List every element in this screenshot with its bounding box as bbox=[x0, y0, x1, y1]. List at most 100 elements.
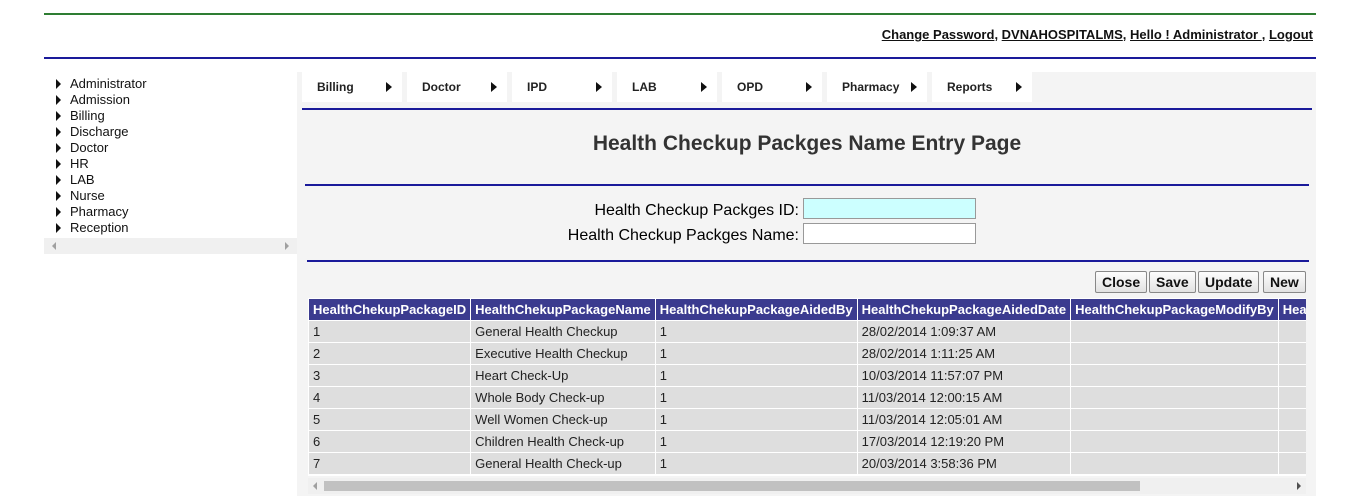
header-divider bbox=[44, 57, 1316, 59]
close-button[interactable]: Close bbox=[1095, 271, 1148, 293]
sidebar-item-label: HR bbox=[70, 156, 89, 171]
update-button[interactable]: Update bbox=[1198, 271, 1260, 293]
table-row[interactable]: 7 General Health Check-up 1 20/03/2014 3:58… bbox=[308, 452, 1306, 475]
table-cell bbox=[1070, 364, 1279, 387]
header-links: Change Password, DVNAHOSPITALMS, Hello !… bbox=[882, 27, 1313, 42]
sidebar-item-nurse[interactable]: Nurse bbox=[54, 188, 297, 204]
username-link[interactable]: DVNAHOSPITALMS bbox=[1002, 27, 1123, 42]
table-cell bbox=[1277, 386, 1306, 409]
sidebar-item-label: Reception bbox=[70, 220, 129, 235]
table-cell: 11/03/2014 12:05:01 AM bbox=[856, 408, 1072, 431]
sidebar-item-label: Billing bbox=[70, 108, 105, 123]
caret-right-icon bbox=[56, 159, 61, 169]
menu-item-label: IPD bbox=[527, 80, 548, 94]
sidebar-item-label: Discharge bbox=[70, 124, 129, 139]
sidebar-item-label: Pharmacy bbox=[70, 204, 129, 219]
column-header[interactable]: HealthChekupPackageAidedDate bbox=[856, 298, 1072, 321]
menu-item-label: LAB bbox=[632, 80, 657, 94]
top-divider bbox=[44, 13, 1316, 15]
sidebar-item-billing[interactable]: Billing bbox=[54, 108, 297, 124]
table-cell bbox=[1070, 342, 1279, 365]
table-cell: 10/03/2014 11:57:07 PM bbox=[856, 364, 1072, 387]
header-separator: , bbox=[1122, 27, 1131, 42]
column-header[interactable]: HealthChekupPackageAidedBy bbox=[654, 298, 858, 321]
sidebar-item-discharge[interactable]: Discharge bbox=[54, 124, 297, 140]
sidebar-horizontal-scrollbar[interactable] bbox=[44, 238, 297, 254]
grid-horizontal-scrollbar[interactable] bbox=[308, 478, 1306, 494]
page-title: Health Checkup Packges Name Entry Page bbox=[592, 132, 1022, 155]
scroll-left-icon[interactable] bbox=[313, 482, 317, 490]
menu-item-pharmacy[interactable]: Pharmacy bbox=[827, 72, 927, 102]
menu-item-label: Pharmacy bbox=[842, 80, 900, 94]
menu-item-label: Billing bbox=[317, 80, 354, 94]
table-row[interactable]: 2 Executive Health Checkup 1 28/02/2014 1:1… bbox=[308, 342, 1306, 365]
new-button[interactable]: New bbox=[1263, 271, 1306, 293]
table-cell: 1 bbox=[654, 452, 858, 475]
table-row[interactable]: 6 Children Health Check-up 1 17/03/2014 12:… bbox=[308, 430, 1306, 453]
menu-item-opd[interactable]: OPD bbox=[722, 72, 822, 102]
table-cell bbox=[1277, 430, 1306, 453]
caret-right-icon bbox=[56, 111, 61, 121]
sidebar-item-administrator[interactable]: Administrator bbox=[54, 76, 297, 92]
table-cell: 4 bbox=[308, 386, 472, 409]
scrollbar-thumb[interactable] bbox=[324, 481, 1140, 491]
table-row[interactable]: 3 Heart Check-Up 1 10/03/2014 11:57:07 PM bbox=[308, 364, 1306, 387]
caret-right-icon bbox=[386, 82, 392, 92]
greeting-link[interactable]: Hello ! Administrator bbox=[1130, 27, 1262, 42]
table-cell: 1 bbox=[654, 342, 858, 365]
table-cell: 11/03/2014 12:00:15 AM bbox=[856, 386, 1072, 409]
menu-item-reports[interactable]: Reports bbox=[932, 72, 1032, 102]
sidebar-menu: Administrator Admission Billing Discharg… bbox=[44, 72, 297, 236]
column-header[interactable]: HealthChekupPackageModifyBy bbox=[1070, 298, 1279, 321]
header-separator: , bbox=[1261, 27, 1269, 42]
table-cell: 17/03/2014 12:19:20 PM bbox=[856, 430, 1072, 453]
table-cell: 6 bbox=[308, 430, 472, 453]
table-cell bbox=[1277, 408, 1306, 431]
menu-item-label: Doctor bbox=[422, 80, 461, 94]
table-cell bbox=[1277, 342, 1306, 365]
scroll-right-icon[interactable] bbox=[1297, 482, 1301, 490]
save-button[interactable]: Save bbox=[1149, 271, 1196, 293]
column-header[interactable]: HealthChekupPackageName bbox=[470, 298, 656, 321]
table-cell: General Health Checkup bbox=[470, 320, 656, 343]
table-cell: 5 bbox=[308, 408, 472, 431]
menu-item-doctor[interactable]: Doctor bbox=[407, 72, 507, 102]
caret-right-icon bbox=[56, 223, 61, 233]
sidebar-item-reception[interactable]: Reception bbox=[54, 220, 297, 236]
menu-item-billing[interactable]: Billing bbox=[302, 72, 402, 102]
scroll-left-icon[interactable] bbox=[52, 242, 56, 250]
table-row[interactable]: 1 General Health Checkup 1 28/02/2014 1:09:… bbox=[308, 320, 1306, 343]
table-cell: 28/02/2014 1:09:37 AM bbox=[856, 320, 1072, 343]
logout-link[interactable]: Logout bbox=[1269, 27, 1313, 42]
caret-right-icon bbox=[56, 95, 61, 105]
table-cell: 1 bbox=[654, 364, 858, 387]
header-separator: , bbox=[994, 27, 1002, 42]
sidebar-item-label: Admission bbox=[70, 92, 130, 107]
menu-item-ipd[interactable]: IPD bbox=[512, 72, 612, 102]
table-cell: 1 bbox=[654, 430, 858, 453]
change-password-link[interactable]: Change Password bbox=[882, 27, 995, 42]
table-cell: 1 bbox=[654, 320, 858, 343]
table-cell: Executive Health Checkup bbox=[470, 342, 656, 365]
sidebar-item-lab[interactable]: LAB bbox=[54, 172, 297, 188]
menu-divider bbox=[302, 108, 1312, 110]
sidebar-item-pharmacy[interactable]: Pharmacy bbox=[54, 204, 297, 220]
table-cell: 2 bbox=[308, 342, 472, 365]
table-row[interactable]: 5 Well Women Check-up 1 11/03/2014 12:05:01… bbox=[308, 408, 1306, 431]
table-row[interactable]: 4 Whole Body Check-up 1 11/03/2014 12:00:15… bbox=[308, 386, 1306, 409]
table-cell: Well Women Check-up bbox=[470, 408, 656, 431]
column-header[interactable]: HealthChekupPackageModifyDate bbox=[1277, 298, 1306, 321]
sidebar-item-doctor[interactable]: Doctor bbox=[54, 140, 297, 156]
package-id-input[interactable] bbox=[803, 198, 976, 219]
scroll-right-icon[interactable] bbox=[285, 242, 289, 250]
sidebar-item-admission[interactable]: Admission bbox=[54, 92, 297, 108]
sidebar-item-hr[interactable]: HR bbox=[54, 156, 297, 172]
table-cell: 1 bbox=[308, 320, 472, 343]
caret-right-icon bbox=[596, 82, 602, 92]
table-cell: General Health Check-up bbox=[470, 452, 656, 475]
package-name-input[interactable] bbox=[803, 223, 976, 244]
menu-item-lab[interactable]: LAB bbox=[617, 72, 717, 102]
column-header[interactable]: HealthChekupPackageID bbox=[308, 298, 472, 321]
caret-right-icon bbox=[1016, 82, 1022, 92]
table-cell: 1 bbox=[654, 386, 858, 409]
